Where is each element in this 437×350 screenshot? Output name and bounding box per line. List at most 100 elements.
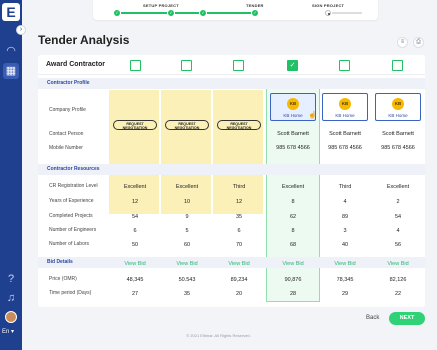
request-column-bg bbox=[161, 90, 211, 214]
mouse-cursor-icon: ☝ bbox=[308, 112, 317, 119]
request-negotiation-button[interactable]: REQUEST NEGOTIATION bbox=[113, 120, 157, 130]
company-logo-icon: KB bbox=[392, 98, 404, 110]
mobile-number: 985 678 4566 bbox=[276, 145, 310, 151]
cell-completed: 9 bbox=[185, 214, 189, 220]
cell-engineers: 6 bbox=[133, 228, 137, 234]
building-icon[interactable]: ▦ bbox=[3, 63, 19, 79]
cell-engineers: 8 bbox=[291, 228, 295, 234]
step-check-icon: ✓ bbox=[252, 10, 258, 16]
cell-price: 50.543 bbox=[178, 277, 196, 283]
cell-labors: 70 bbox=[235, 242, 243, 248]
award-checkbox[interactable] bbox=[181, 60, 192, 71]
step-current-icon bbox=[325, 10, 331, 16]
cell-labors: 56 bbox=[394, 242, 402, 248]
contact-person: Scott Barnett bbox=[277, 131, 309, 137]
view-bid-link[interactable]: View Bid bbox=[162, 261, 212, 267]
award-contractor-row: Award Contractor ✓ bbox=[38, 55, 425, 75]
step-check-icon: ✓ bbox=[168, 10, 174, 16]
next-button[interactable]: NEXT bbox=[389, 312, 425, 325]
cell-labors: 40 bbox=[341, 242, 349, 248]
cell-period: 20 bbox=[235, 291, 243, 297]
company-name: KB Home bbox=[388, 113, 408, 118]
request-column-bg bbox=[213, 90, 263, 214]
contact-person: Scott Barnett bbox=[329, 131, 361, 137]
view-bid-link[interactable]: View Bid bbox=[110, 261, 160, 267]
request-column-bg bbox=[109, 90, 159, 214]
award-checkbox[interactable] bbox=[130, 60, 141, 71]
cell-completed: 54 bbox=[131, 214, 139, 220]
label-period: Time period (Days) bbox=[49, 290, 92, 296]
step-connector bbox=[207, 12, 251, 14]
view-bid-link[interactable]: View Bid bbox=[214, 261, 264, 267]
label-company-profile: Company Profile bbox=[49, 107, 86, 113]
dashboard-icon[interactable]: ◠ bbox=[3, 43, 19, 59]
cell-experience: 4 bbox=[343, 199, 347, 205]
app-logo[interactable]: E bbox=[2, 3, 20, 21]
cell-price: 89,234 bbox=[230, 277, 248, 283]
cell-labors: 68 bbox=[289, 242, 297, 248]
label-price: Price (OMR) bbox=[49, 276, 77, 282]
step-setup-project-label: SETUP PROJECT bbox=[143, 3, 179, 8]
label-cr-level: CR Registration Level bbox=[49, 183, 98, 189]
contact-person: Scott Barnett bbox=[382, 131, 414, 137]
cell-period: 22 bbox=[394, 291, 402, 297]
cell-period: 29 bbox=[341, 291, 349, 297]
step-connector bbox=[175, 12, 199, 14]
label-completed: Completed Projects bbox=[49, 213, 93, 219]
section-contractor-resources: Contractor Resources bbox=[38, 164, 425, 175]
collapse-toggle-icon[interactable]: › bbox=[16, 25, 26, 35]
cell-experience: 12 bbox=[131, 199, 139, 205]
cell-price: 82,126 bbox=[389, 277, 407, 283]
cell-completed: 89 bbox=[341, 214, 349, 220]
cell-cr: Excellent bbox=[175, 184, 199, 190]
award-contractor-label: Award Contractor bbox=[46, 61, 105, 68]
page-title: Tender Analysis bbox=[38, 33, 130, 47]
cell-period: 28 bbox=[289, 291, 297, 297]
step-tender-label: TENDER bbox=[246, 3, 264, 8]
cell-labors: 50 bbox=[131, 242, 139, 248]
sidebar: E › ◠ ▦ ? ♫ En ▾ bbox=[0, 0, 26, 350]
cell-completed: 35 bbox=[235, 214, 243, 220]
step-sign-project-label: SIGN PROJECT bbox=[312, 3, 345, 8]
back-button[interactable]: Back bbox=[366, 315, 379, 321]
filter-icon[interactable]: ≡ bbox=[397, 37, 408, 48]
company-profile-card[interactable]: KB KB Home bbox=[375, 93, 421, 121]
award-checkbox-checked[interactable]: ✓ bbox=[287, 60, 298, 71]
cell-price: 78,345 bbox=[336, 277, 354, 283]
award-checkbox[interactable] bbox=[233, 60, 244, 71]
cell-engineers: 4 bbox=[396, 228, 400, 234]
award-checkbox[interactable] bbox=[339, 60, 350, 71]
cell-cr: Third bbox=[232, 184, 246, 190]
print-icon[interactable]: ⎙ bbox=[413, 37, 424, 48]
cell-experience: 10 bbox=[183, 199, 191, 205]
cell-engineers: 3 bbox=[343, 228, 347, 234]
company-name: KB Home bbox=[335, 113, 355, 118]
step-check-icon: ✓ bbox=[200, 10, 206, 16]
section-contractor-profile: Contractor Profile bbox=[38, 78, 425, 89]
cell-period: 35 bbox=[183, 291, 191, 297]
view-bid-link[interactable]: View Bid bbox=[373, 261, 423, 267]
cell-experience: 12 bbox=[235, 199, 243, 205]
cell-completed: 54 bbox=[394, 214, 402, 220]
request-negotiation-button[interactable]: REQUEST NEGOTIATION bbox=[165, 120, 209, 130]
step-connector bbox=[332, 12, 362, 14]
view-bid-link[interactable]: View Bid bbox=[268, 261, 318, 267]
cell-price: 48,345 bbox=[126, 277, 144, 283]
cell-cr: Third bbox=[338, 184, 352, 190]
label-experience: Years of Experience bbox=[49, 198, 94, 204]
section-title: Contractor Resources bbox=[47, 166, 100, 172]
cell-experience: 8 bbox=[291, 199, 295, 205]
cell-cr: Excellent bbox=[386, 184, 410, 190]
view-bid-link[interactable]: View Bid bbox=[320, 261, 370, 267]
progress-stepper: SETUP PROJECT TENDER SIGN PROJECT ✓ ✓ ✓ … bbox=[93, 0, 378, 20]
section-title: Bid Details bbox=[47, 259, 73, 265]
award-checkbox[interactable] bbox=[392, 60, 403, 71]
bell-icon[interactable]: ♫ bbox=[3, 290, 19, 306]
copyright: © 2021 Eltimar. All Rights Reserved. bbox=[186, 333, 251, 338]
cell-completed: 62 bbox=[289, 214, 297, 220]
help-icon[interactable]: ? bbox=[3, 271, 19, 287]
label-labors: Number of Labors bbox=[49, 241, 90, 247]
request-negotiation-button[interactable]: REQUEST NEGOTIATION bbox=[217, 120, 261, 130]
company-profile-card[interactable]: KB KB Home bbox=[322, 93, 368, 121]
avatar[interactable] bbox=[5, 311, 17, 323]
